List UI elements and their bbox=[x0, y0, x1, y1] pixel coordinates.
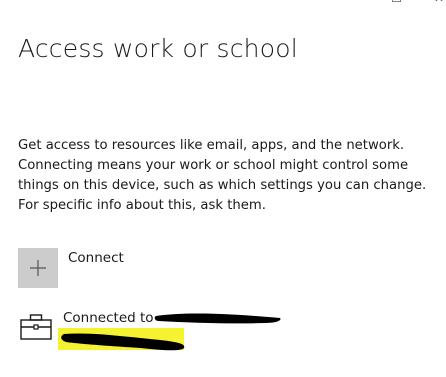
connect-label: Connect bbox=[68, 250, 124, 266]
redaction-mark bbox=[61, 333, 185, 351]
window-controls: ☐ ✕ bbox=[356, 0, 446, 4]
maximize-icon[interactable]: ☐ bbox=[391, 0, 402, 4]
plus-icon bbox=[30, 260, 46, 276]
redaction-mark bbox=[154, 313, 281, 324]
page-title: Access work or school bbox=[18, 34, 298, 63]
settings-page: ☐ ✕ Access work or school Get access to … bbox=[0, 0, 446, 377]
close-icon[interactable]: ✕ bbox=[434, 0, 444, 4]
connected-to-label: Connected to bbox=[63, 310, 154, 326]
connected-account-item[interactable]: Connected to bbox=[18, 306, 318, 356]
briefcase-icon bbox=[20, 314, 52, 340]
page-description: Get access to resources like email, apps… bbox=[18, 138, 427, 213]
connect-button[interactable]: Connect bbox=[18, 248, 318, 288]
connect-tile[interactable] bbox=[18, 248, 58, 288]
